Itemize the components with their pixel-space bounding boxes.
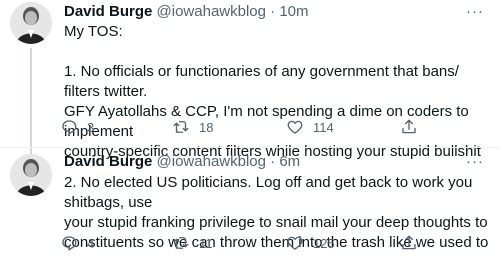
reply-count: 3 [87, 119, 95, 135]
retweet-button[interactable]: 18 [172, 117, 213, 137]
separator-dot: · [270, 153, 276, 170]
avatar[interactable] [10, 2, 52, 44]
avatar-portrait-icon [10, 2, 52, 44]
like-button[interactable]: 114 [286, 117, 334, 137]
reply-button[interactable]: 3 [60, 117, 94, 137]
retweet-button[interactable]: 11 [172, 233, 213, 253]
tweet-header: David Burge @iowahawkblog · 10m ··· [64, 2, 490, 22]
reply-button[interactable]: 4 [60, 233, 94, 253]
share-icon [402, 119, 416, 134]
avatar[interactable] [10, 154, 52, 196]
author-handle[interactable]: @iowahawkblog [157, 153, 266, 170]
tweet-text: My TOS: 1. No officials or functionaries… [64, 23, 481, 160]
share-button[interactable] [400, 233, 427, 253]
retweet-icon [173, 237, 189, 249]
heart-icon [287, 236, 303, 250]
reply-count: 4 [87, 235, 95, 251]
tweet-time[interactable]: 10m [279, 3, 308, 20]
heart-icon [287, 120, 303, 134]
retweet-icon [173, 121, 189, 133]
thread-line [30, 48, 32, 158]
separator-dot: · [270, 3, 276, 20]
tweet[interactable]: David Burge @iowahawkblog · 10m ··· My T… [0, 0, 500, 160]
like-button[interactable]: 125 [286, 233, 335, 253]
retweet-count: 11 [199, 235, 213, 251]
avatar-portrait-icon [10, 154, 52, 196]
tweet-actions: 4 11 125 [60, 233, 440, 253]
retweet-count: 18 [199, 119, 214, 135]
reply-icon [62, 120, 77, 135]
author-handle[interactable]: @iowahawkblog [157, 3, 266, 20]
more-icon[interactable]: ··· [466, 152, 484, 172]
like-count: 114 [313, 119, 334, 135]
tweet[interactable]: David Burge @iowahawkblog · 6m ··· 2. No… [0, 148, 500, 259]
like-count: 125 [313, 235, 335, 251]
tweet-time[interactable]: 6m [279, 153, 300, 170]
author-name[interactable]: David Burge [64, 153, 152, 170]
author-name[interactable]: David Burge [64, 3, 152, 20]
tweet-actions: 3 18 114 [60, 117, 440, 137]
more-icon[interactable]: ··· [466, 2, 484, 22]
reply-icon [62, 236, 77, 251]
share-icon [402, 235, 416, 250]
share-button[interactable] [400, 117, 427, 137]
tweet-header: David Burge @iowahawkblog · 6m ··· [64, 152, 490, 172]
